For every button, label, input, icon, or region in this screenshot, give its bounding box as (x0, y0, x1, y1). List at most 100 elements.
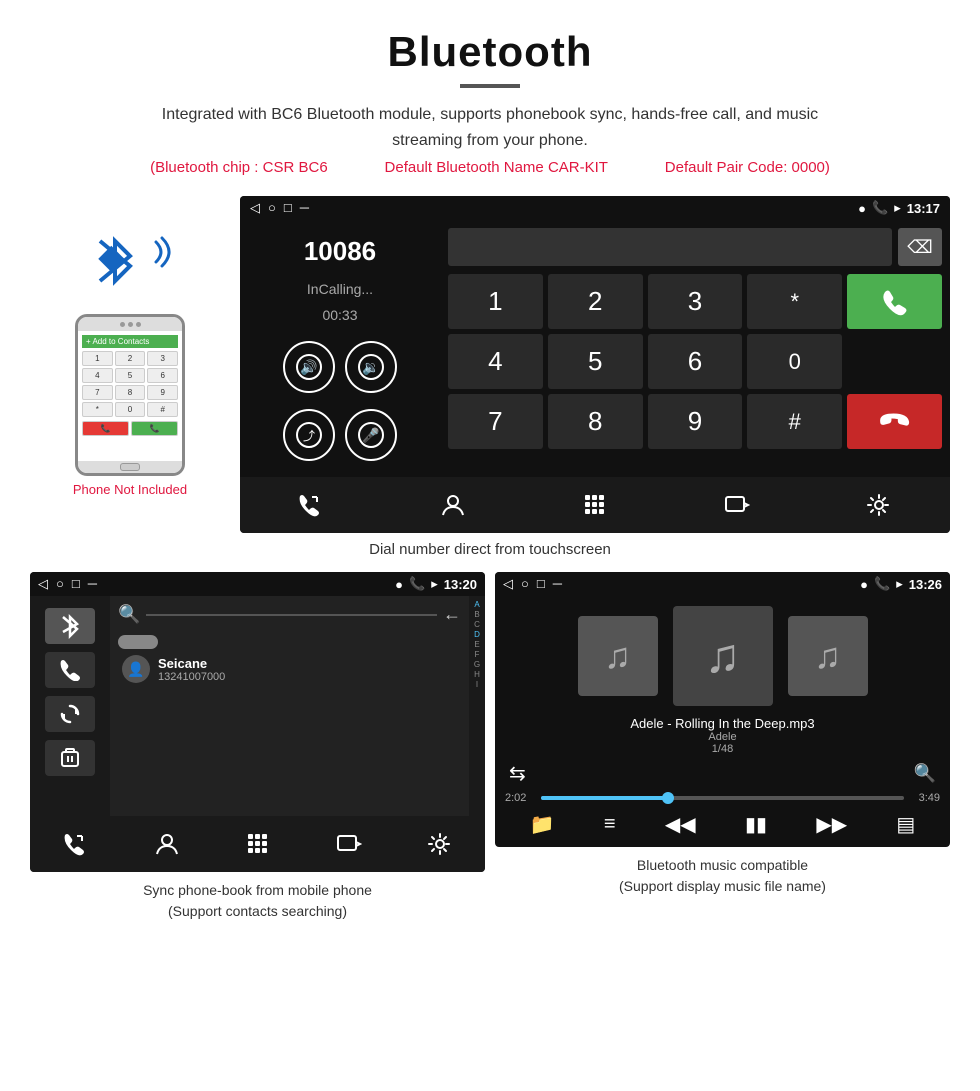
pb-refresh-icon[interactable] (45, 696, 95, 732)
key-star[interactable]: * (747, 274, 842, 329)
volume-down-button[interactable]: 🔉 (345, 341, 397, 393)
music-caption: Bluetooth music compatible(Support displ… (609, 847, 836, 899)
prev-track-icon[interactable]: ◀◀ (665, 812, 696, 837)
mute-button[interactable]: 🎤 (345, 409, 397, 461)
music-back-icon: ◁ (503, 576, 513, 592)
key-1[interactable]: 1 (448, 274, 543, 329)
equalizer-icon[interactable]: ▤ (896, 812, 915, 837)
dial-number: 10086 (256, 236, 424, 267)
pb-bluetooth-icon[interactable] (45, 608, 95, 644)
dial-backspace-button[interactable]: ⌫ (898, 228, 942, 266)
phone-signal-icon: 📞 (872, 200, 888, 216)
chip-text: (Bluetooth chip : CSR BC6 (150, 159, 328, 176)
dial-nav-keypad[interactable] (570, 487, 620, 523)
pb-nav-contacts[interactable] (142, 826, 192, 862)
dial-input-field[interactable] (448, 228, 892, 266)
phone-bottom-bar (78, 461, 182, 473)
pb-contact-item[interactable]: 👤 Seicane 13241007000 (118, 649, 461, 689)
phone-key: 7 (82, 385, 113, 400)
volume-up-button[interactable]: 🔊 (283, 341, 335, 393)
dial-call-duration: 00:33 (256, 307, 424, 323)
key-4[interactable]: 4 (448, 334, 543, 389)
top-section: ⬥ + Add to Contacts 1 (0, 186, 980, 533)
bluetooth-icon-area: ⬥ (80, 226, 180, 306)
phone-end-btn: 📞 (82, 421, 129, 436)
keypad-grid: 1 2 3 * 4 5 6 0 7 8 (448, 274, 942, 449)
pb-location-icon: ● (395, 577, 403, 592)
dial-volume-controls: 🔊 🔉 (256, 341, 424, 393)
signal-waves-icon (148, 234, 178, 274)
key-3[interactable]: 3 (648, 274, 743, 329)
pb-search-icon[interactable]: 🔍 (118, 604, 140, 625)
pb-bottom-bar (30, 816, 485, 872)
music-search-icon[interactable]: 🔍 (914, 763, 936, 784)
key-7[interactable]: 7 (448, 394, 543, 449)
music-circle-icon: ○ (521, 576, 529, 592)
progress-fill (541, 796, 668, 800)
music-status-bar: ◁ ○ □ ─ ● 📞 ▸ 13:26 (495, 572, 950, 596)
album-art-main: ♫ (673, 606, 773, 706)
music-album-area: ♫ ♫ ♫ (505, 606, 940, 706)
key-2[interactable]: 2 (548, 274, 643, 329)
key-6[interactable]: 6 (648, 334, 743, 389)
folder-icon[interactable]: 📁 (530, 812, 555, 837)
alpha-b[interactable]: B (474, 610, 479, 619)
phonebook-caption-text: Sync phone-book from mobile phone(Suppor… (143, 882, 372, 919)
pb-nav-settings[interactable] (415, 826, 465, 862)
music-status-right: ● 📞 ▸ 13:26 (860, 576, 942, 592)
playlist-icon[interactable]: ≡ (604, 813, 616, 836)
dial-call-status: InCalling... (256, 281, 424, 297)
pb-delete-icon[interactable] (45, 740, 95, 776)
phone-keypad-row-4: * 0 # (82, 402, 178, 417)
key-hash[interactable]: # (747, 394, 842, 449)
alpha-c[interactable]: C (474, 620, 480, 629)
progress-track[interactable] (541, 796, 904, 800)
pb-search-row: 🔍 ← (118, 604, 461, 625)
dial-nav-calls[interactable] (286, 487, 336, 523)
pb-nav-transfer[interactable] (324, 826, 374, 862)
dial-content: 10086 InCalling... 00:33 🔊 (240, 220, 950, 477)
pb-nav-keypad[interactable] (233, 826, 283, 862)
phone-screen: + Add to Contacts 1 2 3 4 5 6 7 8 9 * (78, 331, 182, 461)
key-8[interactable]: 8 (548, 394, 643, 449)
alpha-a[interactable]: A (474, 600, 479, 609)
pb-call-icon[interactable] (45, 652, 95, 688)
end-call-button[interactable] (847, 394, 942, 449)
key-5[interactable]: 5 (548, 334, 643, 389)
play-pause-icon[interactable]: ▮▮ (745, 812, 767, 837)
phone-key: 9 (147, 385, 178, 400)
phone-key: # (147, 402, 178, 417)
alpha-g[interactable]: G (474, 660, 480, 669)
progress-current-time: 2:02 (505, 792, 535, 804)
phone-key: 3 (147, 351, 178, 366)
music-note-icon-main: ♫ (705, 629, 741, 684)
phone-key: 4 (82, 368, 113, 383)
dial-nav-transfer[interactable] (712, 487, 762, 523)
dial-nav-contacts[interactable] (428, 487, 478, 523)
progress-dot[interactable] (662, 792, 674, 804)
key-0[interactable]: 0 (747, 334, 842, 389)
key-9[interactable]: 9 (648, 394, 743, 449)
pb-contact-name: Seicane (158, 656, 225, 671)
alpha-h[interactable]: H (474, 670, 480, 679)
pb-nav-calls[interactable] (51, 826, 101, 862)
page-description: Integrated with BC6 Bluetooth module, su… (140, 102, 840, 153)
alpha-f[interactable]: F (475, 650, 480, 659)
dial-nav-settings[interactable] (854, 487, 904, 523)
phone-key: 1 (82, 351, 113, 366)
pb-back-arrow-icon[interactable]: ← (443, 604, 461, 625)
pair-code-text: Default Pair Code: 0000) (665, 159, 830, 176)
shuffle-icon[interactable]: ⇆ (509, 761, 526, 786)
phonebook-screen: ◁ ○ □ ─ ● 📞 ▸ 13:20 (30, 572, 485, 872)
status-right: ● 📞 ▸ 13:17 (858, 200, 940, 216)
alpha-d[interactable]: D (474, 630, 480, 639)
next-track-icon[interactable]: ▶▶ (816, 812, 847, 837)
album-art-small-right: ♫ (788, 616, 868, 696)
pb-square-icon: □ (72, 576, 80, 592)
alpha-e[interactable]: E (474, 640, 479, 649)
transfer-button[interactable]: ⤴ (283, 409, 335, 461)
call-button[interactable] (847, 274, 942, 329)
progress-total-time: 3:49 (910, 792, 940, 804)
phone-home-button (120, 463, 140, 471)
alpha-i[interactable]: I (476, 680, 478, 689)
